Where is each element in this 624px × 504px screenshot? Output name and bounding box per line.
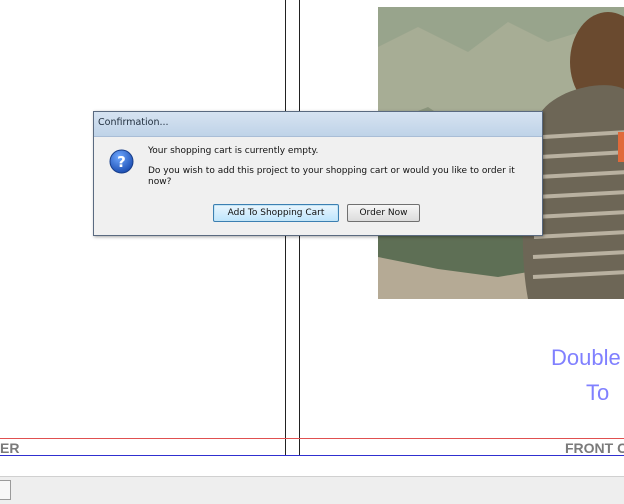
add-to-cart-button[interactable]: Add To Shopping Cart xyxy=(213,204,339,222)
confirmation-dialog: Confirmation... ? Your shopping cart is … xyxy=(93,111,543,236)
question-icon: ? xyxy=(109,149,134,174)
double-click-hint-line1: Double xyxy=(551,345,621,370)
message-empty-cart: Your shopping cart is currently empty. xyxy=(148,146,319,156)
bottom-toolbar xyxy=(0,476,624,504)
back-cover-label: ER xyxy=(0,440,20,456)
order-now-button[interactable]: Order Now xyxy=(347,204,420,222)
dialog-title: Confirmation... xyxy=(98,117,169,128)
svg-text:?: ? xyxy=(117,153,126,171)
page-tab[interactable] xyxy=(0,480,11,500)
bleed-guide-red xyxy=(0,438,624,439)
front-cover-label: FRONT C xyxy=(565,440,624,456)
dialog-titlebar[interactable]: Confirmation... xyxy=(94,112,542,137)
trim-guide-blue xyxy=(0,455,624,456)
message-question: Do you wish to add this project to your … xyxy=(148,166,515,187)
double-click-hint-line2: To xyxy=(586,380,610,405)
